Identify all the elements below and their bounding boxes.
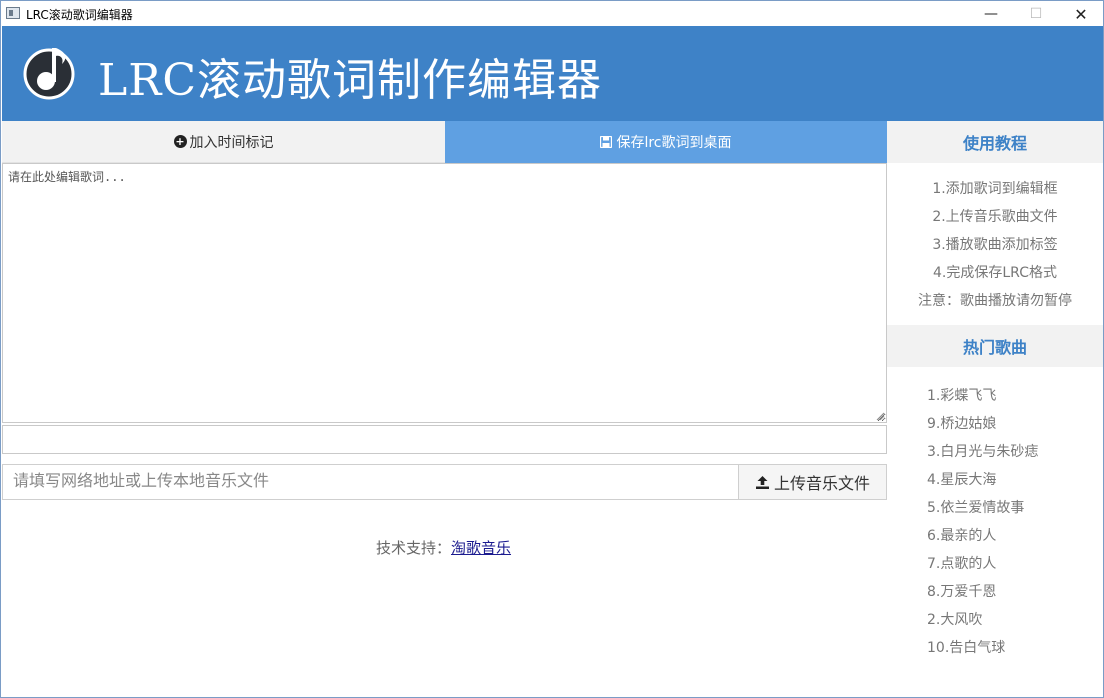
hot-song-item[interactable]: 6.最亲的人 [927,522,1103,550]
hot-songs-list: 1.彩蝶飞飞 9.桥边姑娘 3.白月光与朱砂痣 4.星辰大海 5.依兰爱情故事 … [887,367,1103,662]
sidebar: 使用教程 1.添加歌词到编辑框 2.上传音乐歌曲文件 3.播放歌曲添加标签 4.… [887,121,1103,698]
add-time-mark-label: 加入时间标记 [189,134,274,151]
window-border-left [0,26,1,698]
support-prefix: 技术支持： [375,539,451,557]
timestamp-field[interactable] [2,425,887,454]
hot-song-item[interactable]: 7.点歌的人 [927,550,1103,578]
hot-song-item[interactable]: 10.告白气球 [927,634,1103,662]
hot-song-item[interactable]: 1.彩蝶飞飞 [927,382,1103,410]
lyrics-editor[interactable] [2,163,887,423]
plus-circle-icon: + [173,135,187,148]
tutorial-list: 1.添加歌词到编辑框 2.上传音乐歌曲文件 3.播放歌曲添加标签 4.完成保存L… [887,163,1103,315]
close-button[interactable]: ✕ [1058,1,1104,27]
music-url-input[interactable] [2,464,739,500]
tutorial-step: 1.添加歌词到编辑框 [932,181,1058,197]
hot-songs-heading: 热门歌曲 [887,325,1103,367]
tutorial-note: 注意：歌曲播放请勿暂停 [918,293,1072,309]
support-link[interactable]: 淘歌音乐 [451,539,511,557]
music-note-icon [23,48,75,100]
resize-grip-icon[interactable] [875,411,885,421]
tutorial-step: 2.上传音乐歌曲文件 [932,209,1058,225]
window-title: LRC滚动歌词编辑器 [26,8,133,22]
floppy-disk-icon [600,136,613,148]
app-window-icon [6,7,20,19]
hot-song-item[interactable]: 3.白月光与朱砂痣 [927,438,1103,466]
save-lrc-label: 保存lrc歌词到桌面 [616,135,732,151]
header-banner: LRC滚动歌词制作编辑器 [2,26,1103,121]
tutorial-step: 4.完成保存LRC格式 [933,265,1057,281]
upload-music-button[interactable]: 上传音乐文件 [738,464,887,500]
tutorial-heading: 使用教程 [887,121,1103,163]
hot-song-item[interactable]: 4.星辰大海 [927,466,1103,494]
add-time-mark-button[interactable]: + 加入时间标记 [2,121,445,163]
tech-support: 技术支持：淘歌音乐 [0,537,887,558]
tutorial-step: 3.播放歌曲添加标签 [932,237,1058,253]
window-titlebar: LRC滚动歌词编辑器 — ☐ ✕ [0,0,1104,26]
save-lrc-button[interactable]: 保存lrc歌词到桌面 [445,121,887,163]
minimize-button[interactable]: — [968,1,1014,27]
hot-song-item[interactable]: 5.依兰爱情故事 [927,494,1103,522]
hot-song-item[interactable]: 9.桥边姑娘 [927,410,1103,438]
app-title: LRC滚动歌词制作编辑器 [98,55,603,106]
upload-music-label: 上传音乐文件 [773,474,870,493]
hot-song-item[interactable]: 2.大风吹 [927,606,1103,634]
upload-icon [755,475,769,489]
hot-song-item[interactable]: 8.万爱千恩 [927,578,1103,606]
maximize-button[interactable]: ☐ [1013,1,1059,27]
